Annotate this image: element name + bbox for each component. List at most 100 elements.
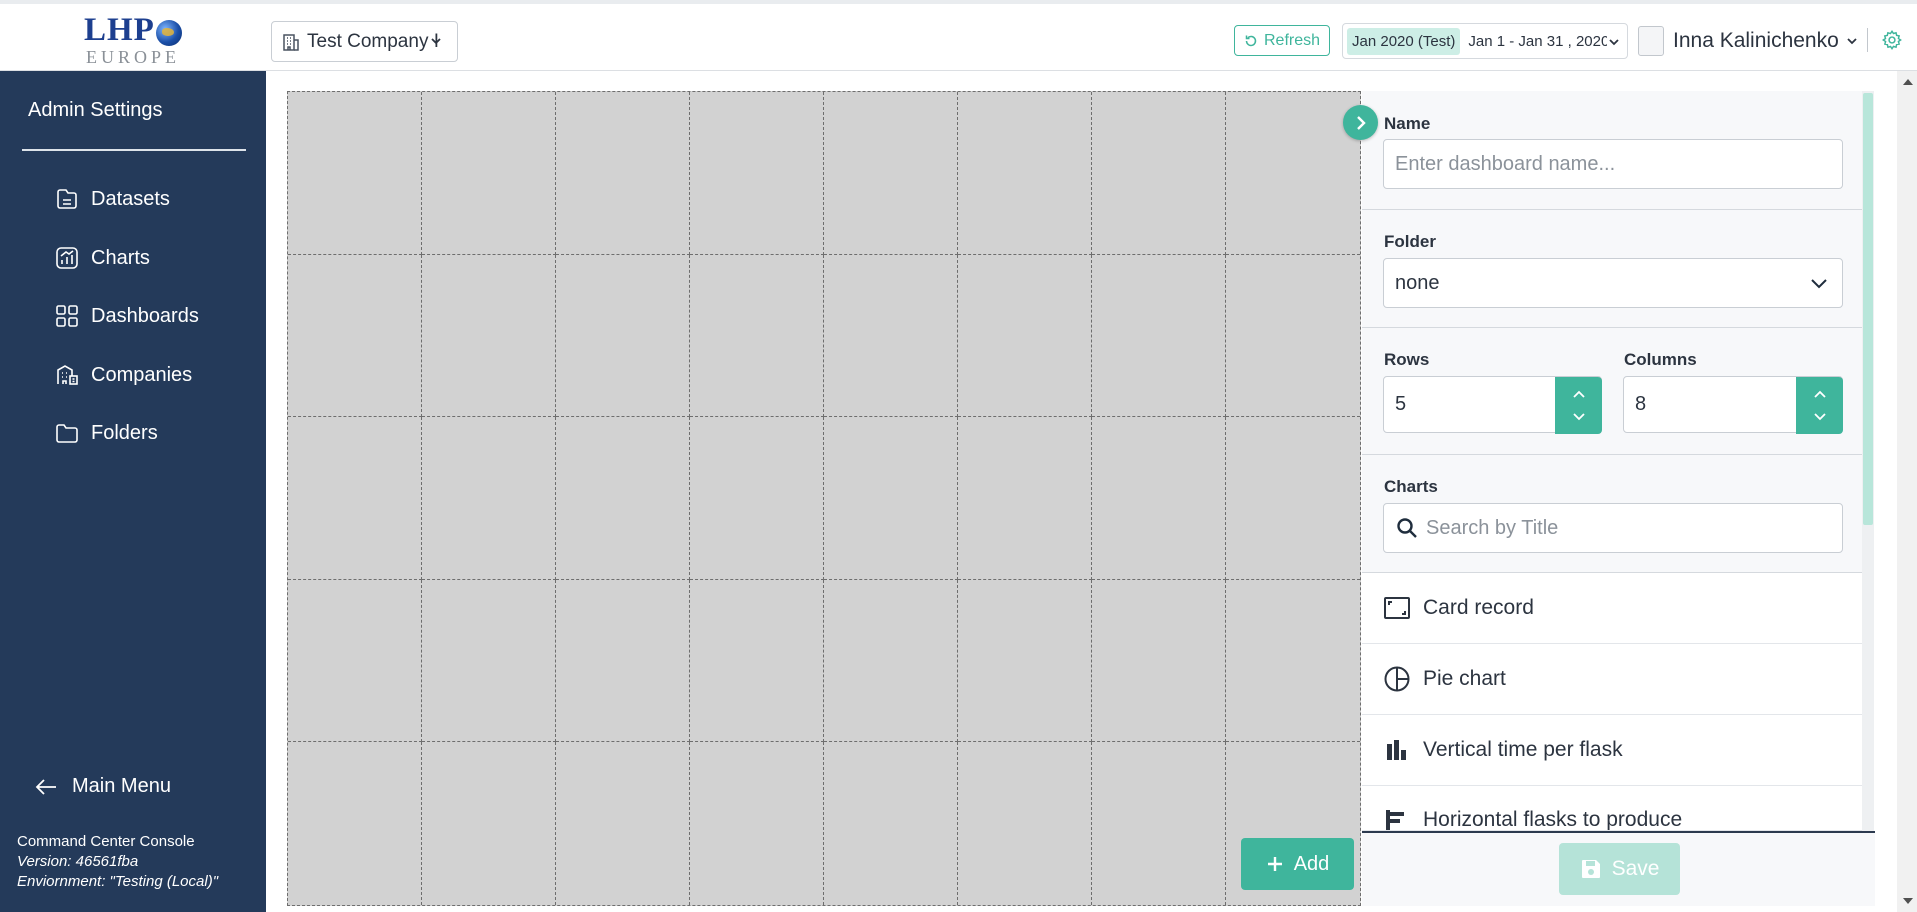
rows-label: Rows [1384, 350, 1430, 369]
refresh-icon [1245, 35, 1257, 46]
grid-cell[interactable] [288, 742, 422, 905]
grid-cell[interactable] [1226, 255, 1360, 418]
grid-cell[interactable] [1092, 417, 1226, 580]
chevron-up-icon[interactable] [1572, 389, 1586, 399]
chart-search-placeholder: Search by Title [1426, 516, 1559, 539]
grid-cell[interactable] [958, 92, 1092, 255]
name-label: Name [1384, 114, 1431, 133]
chart-list-item[interactable]: Horizontal flasks to produce [1362, 786, 1862, 831]
grid-cell[interactable] [824, 254, 958, 418]
charts-label: Charts [1384, 477, 1438, 496]
grid-cell[interactable] [690, 742, 824, 905]
sidebar-item-label: Companies [91, 363, 193, 386]
chevron-down-icon[interactable] [1813, 412, 1827, 422]
panel-scrollbar-thumb[interactable] [1863, 93, 1873, 525]
main-menu-link[interactable]: Main Menu [34, 775, 171, 798]
grid-cell[interactable] [556, 742, 690, 905]
grid-cell[interactable] [288, 417, 422, 580]
grid-cell[interactable] [958, 254, 1092, 418]
grid-cell[interactable] [1092, 579, 1226, 743]
logo[interactable]: LHP EUROPE [84, 12, 194, 67]
name-section: Name Enter dashboard name... [1362, 91, 1862, 210]
plus-icon [1267, 857, 1282, 871]
grid-cell[interactable] [1092, 742, 1226, 905]
columns-stepper-buttons[interactable] [1796, 377, 1843, 434]
columns-label: Columns [1624, 350, 1697, 369]
chart-item-label: Pie chart [1423, 667, 1506, 690]
building-icon [283, 33, 299, 51]
sidebar-item-folders[interactable]: Folders [54, 418, 158, 448]
rows-stepper-buttons[interactable] [1555, 377, 1602, 434]
sidebar-item-datasets[interactable]: Datasets [54, 184, 170, 214]
chevron-down-icon[interactable] [1572, 412, 1586, 422]
grid-cell[interactable] [958, 742, 1092, 905]
chart-item-label: Horizontal flasks to produce [1423, 808, 1683, 831]
grid-cell[interactable] [690, 417, 824, 580]
refresh-button[interactable]: Refresh [1234, 25, 1330, 56]
main-menu-label: Main Menu [72, 775, 171, 797]
gear-icon[interactable] [1881, 29, 1903, 51]
sidebar-item-label: Folders [91, 421, 158, 444]
grid-cell[interactable] [422, 579, 556, 743]
period-select[interactable]: Jan 2020 (Test) Jan 1 - Jan 31 , 2020 I [1342, 23, 1628, 59]
avatar [1638, 26, 1664, 56]
grid-cell[interactable] [1092, 92, 1226, 255]
scroll-up-icon[interactable] [1903, 79, 1913, 85]
dashboard-name-input[interactable]: Enter dashboard name... [1383, 139, 1843, 189]
grid-cell[interactable] [422, 417, 556, 580]
grid-cell[interactable] [1226, 580, 1360, 743]
add-button[interactable]: Add [1241, 838, 1354, 890]
sidebar-item-label: Charts [91, 246, 150, 269]
folder-label: Folder [1384, 232, 1436, 251]
grid-cell[interactable] [824, 579, 958, 743]
grid-cell[interactable] [288, 92, 422, 255]
sidebar-item-charts[interactable]: Charts [54, 243, 150, 273]
chevron-down-icon [431, 38, 441, 45]
sidebar-item-label: Datasets [91, 187, 170, 210]
grid-cell[interactable] [556, 417, 690, 580]
save-button[interactable]: Save [1559, 843, 1680, 895]
folder-select-value: none [1395, 271, 1440, 294]
card-icon [1384, 597, 1410, 619]
grid-cell[interactable] [958, 579, 1092, 743]
grid-cell[interactable] [288, 254, 422, 418]
dashboard-grid-canvas[interactable] [287, 91, 1361, 906]
chevron-up-icon[interactable] [1813, 389, 1827, 399]
grid-cell[interactable] [690, 254, 824, 418]
grid-cell[interactable] [1226, 92, 1360, 255]
grid-cell[interactable] [556, 579, 690, 743]
grid-cell[interactable] [556, 92, 690, 255]
chart-search-input[interactable]: Search by Title [1383, 503, 1843, 553]
charts-section: Charts Search by Title [1362, 455, 1862, 573]
user-menu[interactable]: Inna Kalinichenko [1638, 22, 1859, 60]
grid-cell[interactable] [422, 254, 556, 418]
chart-list-item[interactable]: Pie chart [1362, 644, 1862, 715]
grid-cell[interactable] [1226, 417, 1360, 580]
grid-cell[interactable] [288, 579, 422, 743]
window-scrollbar[interactable] [1897, 71, 1917, 912]
rows-stepper[interactable]: 5 [1383, 376, 1602, 434]
grid-cell[interactable] [1092, 254, 1226, 418]
sidebar-item-companies[interactable]: Companies [54, 360, 192, 390]
grid-cell[interactable] [422, 742, 556, 905]
collapse-panel-button[interactable] [1343, 105, 1378, 140]
scroll-down-icon[interactable] [1903, 898, 1913, 904]
divider [1867, 28, 1868, 52]
folder-section: Folder none [1362, 210, 1862, 328]
grid-cell[interactable] [422, 92, 556, 255]
company-select[interactable]: Test Company I [271, 21, 458, 62]
grid-cell[interactable] [958, 417, 1092, 580]
logo-text: LHP [84, 12, 155, 48]
grid-cell[interactable] [690, 579, 824, 743]
grid-cell[interactable] [690, 92, 824, 255]
grid-cell[interactable] [824, 92, 958, 255]
grid-cell[interactable] [556, 254, 690, 418]
columns-stepper[interactable]: 8 [1623, 376, 1843, 434]
chart-list-item[interactable]: Card record [1362, 573, 1862, 644]
sidebar: Admin Settings Datasets Charts Dashboard… [0, 71, 266, 912]
grid-cell[interactable] [824, 417, 958, 580]
chart-list-item[interactable]: Vertical time per flask [1362, 715, 1862, 786]
grid-cell[interactable] [824, 742, 958, 905]
folder-select[interactable]: none [1383, 258, 1843, 308]
sidebar-item-dashboards[interactable]: Dashboards [54, 301, 199, 331]
